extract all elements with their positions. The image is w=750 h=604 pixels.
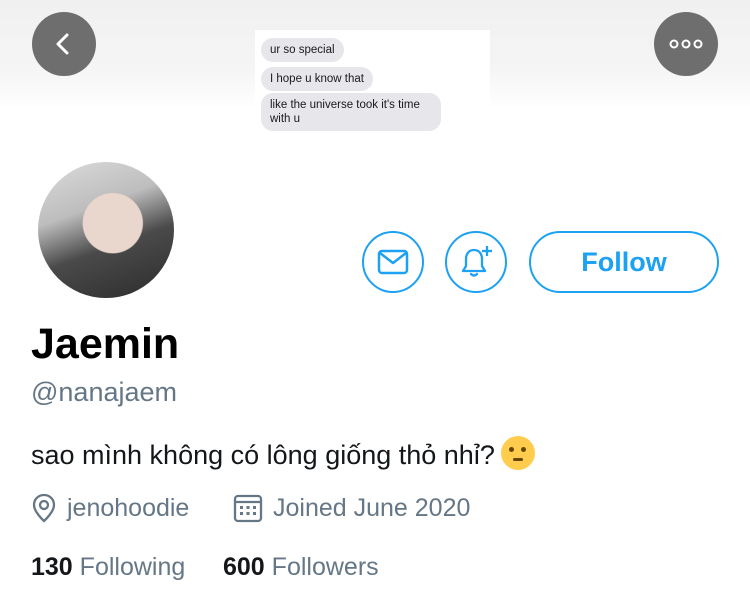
message-button[interactable] — [362, 231, 424, 293]
following-link[interactable]: 130 Following — [31, 553, 185, 582]
notifications-button[interactable] — [445, 231, 507, 293]
location-text: jenohoodie — [67, 493, 190, 522]
chat-bubble: ur so special — [261, 38, 344, 62]
chat-bubble: I hope u know that — [261, 67, 373, 91]
banner-chat-image: ur so special I hope u know that like th… — [255, 30, 490, 210]
bio: sao mình không có lông giống thỏ nhỉ? — [31, 436, 535, 471]
user-handle: @nanajaem — [31, 377, 177, 407]
avatar[interactable] — [33, 157, 179, 303]
back-button[interactable] — [32, 12, 96, 76]
thinking-face-emoji-icon — [500, 436, 535, 470]
following-label: Following — [79, 553, 186, 581]
joined-text: Joined June 2020 — [273, 493, 471, 522]
more-icon — [669, 39, 703, 49]
followers-label: Followers — [271, 553, 379, 581]
followers-link[interactable]: 600 Followers — [223, 553, 379, 582]
chat-bubble: like the universe took it's time with u — [261, 93, 441, 131]
avatar-photo — [38, 162, 174, 298]
bell-add-icon — [461, 246, 492, 277]
following-count: 130 — [31, 553, 73, 581]
profile-location: jenohoodie — [31, 493, 189, 523]
followers-count: 600 — [223, 553, 265, 581]
location-pin-icon — [32, 493, 56, 523]
bio-text: sao mình không có lông giống thỏ nhỉ? — [31, 440, 495, 470]
mail-icon — [377, 249, 409, 275]
more-options-button[interactable] — [654, 12, 718, 76]
profile-joined-date: Joined June 2020 — [233, 493, 470, 523]
back-arrow-icon — [56, 33, 69, 55]
follow-button[interactable]: Follow — [529, 231, 719, 293]
display-name: Jaemin — [31, 320, 180, 368]
calendar-icon — [233, 494, 263, 523]
